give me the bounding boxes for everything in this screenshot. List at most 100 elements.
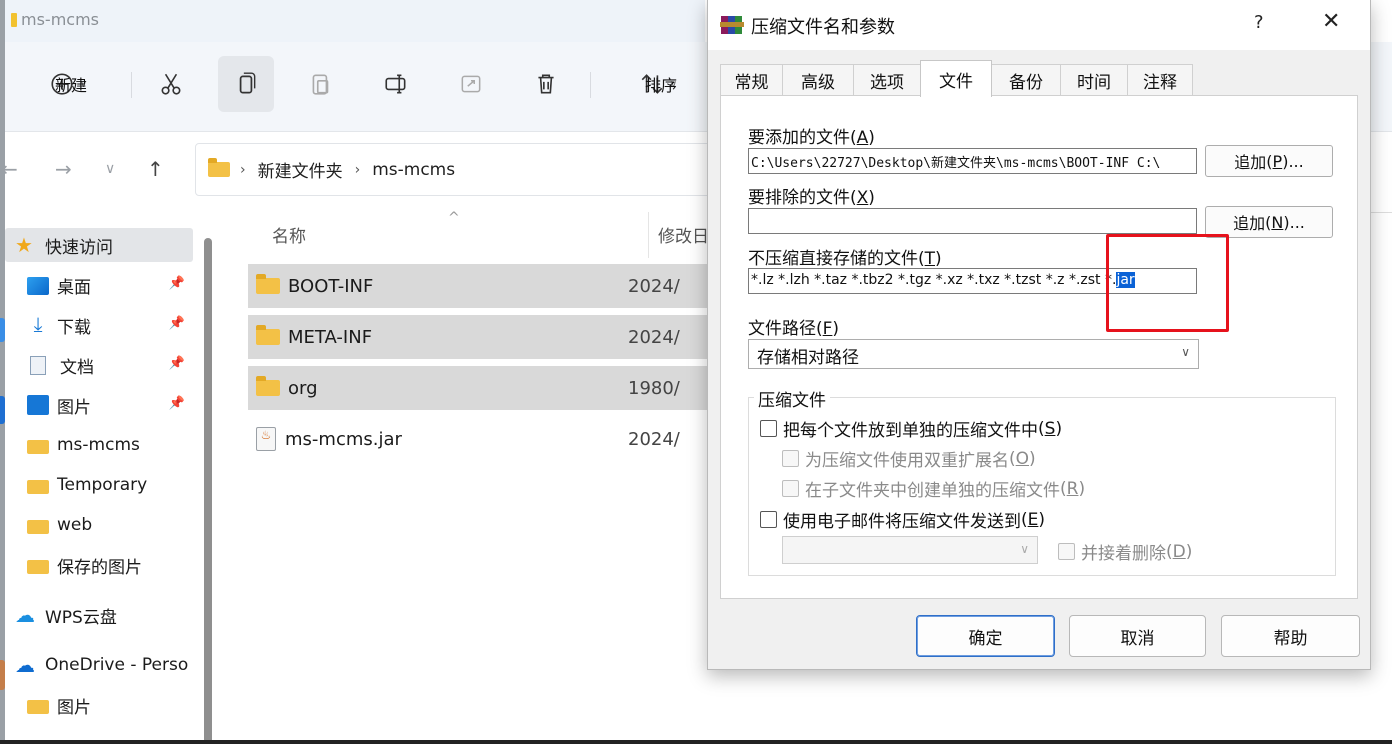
tab-backup[interactable]: 备份 <box>991 64 1061 96</box>
checkbox-box <box>1058 543 1075 560</box>
column-header-modified[interactable]: 修改日 <box>658 222 709 247</box>
breadcrumb-item[interactable]: 新建文件夹 <box>258 157 343 182</box>
separate-subfolder-checkbox[interactable]: 在子文件夹中创建单独的压缩文件(R) <box>782 476 1085 501</box>
explorer-titlebar: ms-mcms <box>5 0 705 42</box>
files-to-add-input[interactable]: C:\Users\22727\Desktop\新建文件夹\ms-mcms\BOO… <box>748 148 1197 174</box>
sidebar-item-downloads[interactable]: ⤓ 下载 📌 <box>5 308 193 342</box>
copy-icon <box>239 72 256 94</box>
append-add-button[interactable]: 追加(P)... <box>1205 145 1333 177</box>
recent-locations-icon[interactable]: ∨ <box>105 161 115 177</box>
folder-icon <box>27 440 49 454</box>
tab-comment[interactable]: 注释 <box>1127 64 1193 96</box>
window-title: ms-mcms <box>21 10 99 29</box>
sidebar-item-label: 图片 <box>57 397 91 418</box>
column-divider[interactable] <box>648 212 649 258</box>
pictures-icon <box>27 395 49 415</box>
sidebar-item-onedrive[interactable]: ☁ OneDrive - Perso <box>5 648 200 682</box>
sidebar-item-web[interactable]: web <box>5 508 193 542</box>
star-icon: ★ <box>15 233 33 257</box>
java-file-icon: ♨ <box>256 427 276 451</box>
tab-advanced[interactable]: 高级 <box>782 64 854 96</box>
forward-icon[interactable]: → <box>55 157 72 181</box>
winrar-icon <box>720 16 744 34</box>
pin-icon: 📌 <box>168 356 185 371</box>
sidebar-item-label: Temporary <box>57 475 148 495</box>
new-button[interactable]: 新建 ∨ <box>9 56 127 112</box>
cloud-icon: ☁ <box>15 653 35 677</box>
sidebar-item-quick-access[interactable]: ★ 快速访问 <box>5 228 193 262</box>
sidebar-item-label: 下载 <box>57 317 91 338</box>
send-email-checkbox[interactable]: 使用电子邮件将压缩文件发送到(E) <box>760 507 1045 532</box>
sidebar-item-wps-cloud[interactable]: ☁ WPS云盘 <box>5 598 193 632</box>
email-recipient-select[interactable]: ∨ <box>782 536 1038 564</box>
file-row-boot-inf[interactable]: BOOT-INF 2024/ <box>248 264 728 308</box>
sidebar-item-saved-pictures[interactable]: 保存的图片 <box>5 548 193 582</box>
paste-button[interactable] <box>293 56 349 112</box>
folder-icon <box>256 325 280 345</box>
store-files-label: 不压缩直接存储的文件(T) <box>748 249 942 269</box>
chevron-down-icon: ∨ <box>1181 345 1190 359</box>
help-button[interactable]: 帮助 <box>1221 615 1360 657</box>
folder-icon <box>27 520 49 534</box>
sidebar-item-label: ms-mcms <box>57 435 140 455</box>
file-name: ms-mcms.jar <box>285 428 402 450</box>
put-each-file-checkbox[interactable]: 把每个文件放到单独的压缩文件中(S) <box>760 416 1062 441</box>
file-date: 1980/ <box>628 377 680 399</box>
divider <box>1370 212 1392 213</box>
chevron-down-icon: ∨ <box>1020 542 1029 556</box>
double-extension-checkbox[interactable]: 为压缩文件使用双重扩展名(O) <box>782 446 1036 471</box>
breadcrumb-separator: › <box>240 161 246 178</box>
file-row-org[interactable]: org 1980/ <box>248 366 728 410</box>
cut-button[interactable] <box>143 56 199 112</box>
checkbox-box <box>782 450 799 467</box>
files-to-exclude-input[interactable] <box>748 208 1197 234</box>
back-icon[interactable]: ← <box>1 157 18 181</box>
pin-icon: 📌 <box>168 276 185 291</box>
sidebar-item-onedrive-pictures[interactable]: 图片 <box>5 688 193 722</box>
sidebar-item-label: 保存的图片 <box>57 557 142 578</box>
help-icon[interactable]: ? <box>1254 12 1264 33</box>
up-icon[interactable]: ↑ <box>147 157 164 181</box>
delete-after-checkbox[interactable]: 并接着删除(D) <box>1058 539 1192 564</box>
desktop-icon <box>27 277 49 295</box>
file-row-ms-mcms-jar[interactable]: ♨ ms-mcms.jar 2024/ <box>248 417 728 461</box>
file-name: BOOT-INF <box>288 275 374 297</box>
download-icon: ⤓ <box>33 312 43 336</box>
sidebar-item-temporary[interactable]: Temporary <box>5 468 193 502</box>
navigation-pane: ★ 快速访问 桌面 📌 ⤓ 下载 📌 文档 📌 图片 📌 ms-mcms Tem… <box>5 212 215 744</box>
scissors-icon <box>161 73 181 95</box>
share-button[interactable] <box>443 56 499 112</box>
copy-button[interactable] <box>218 56 274 112</box>
sort-button[interactable]: 排序 ∨ <box>603 56 713 112</box>
tab-general[interactable]: 常规 <box>720 64 783 96</box>
sidebar-scrollbar[interactable] <box>204 238 212 744</box>
breadcrumb-item[interactable]: ms-mcms <box>372 160 455 180</box>
tab-strip: 常规 高级 选项 文件 备份 时间 注释 <box>720 60 1360 97</box>
file-paths-label: 文件路径(F) <box>748 319 840 339</box>
cancel-button[interactable]: 取消 <box>1069 615 1206 657</box>
close-icon[interactable]: ✕ <box>1322 9 1340 34</box>
column-header-name[interactable]: 名称 <box>272 222 306 247</box>
sidebar-item-desktop[interactable]: 桌面 📌 <box>5 268 193 302</box>
rename-button[interactable] <box>368 56 424 112</box>
folder-icon <box>27 700 49 714</box>
file-row-meta-inf[interactable]: META-INF 2024/ <box>248 315 728 359</box>
tab-options[interactable]: 选项 <box>853 64 921 96</box>
folder-icon <box>256 274 280 294</box>
dialog-title: 压缩文件名和参数 <box>751 17 895 38</box>
checkbox-box <box>782 480 799 497</box>
file-date: 2024/ <box>628 428 680 450</box>
sidebar-item-label: 图片 <box>57 697 91 718</box>
ok-button[interactable]: 确定 <box>916 615 1055 657</box>
file-name: META-INF <box>288 326 373 348</box>
sidebar-item-ms-mcms[interactable]: ms-mcms <box>5 428 193 462</box>
sidebar-item-pictures[interactable]: 图片 📌 <box>5 388 193 422</box>
tab-files[interactable]: 文件 <box>920 60 992 97</box>
sidebar-item-documents[interactable]: 文档 📌 <box>5 348 193 382</box>
taskbar-edge <box>0 740 1392 744</box>
delete-button[interactable] <box>518 56 574 112</box>
clipboard-icon <box>312 74 329 95</box>
sidebar-item-label: web <box>57 515 93 535</box>
tab-time[interactable]: 时间 <box>1060 64 1128 96</box>
file-paths-select[interactable]: 存储相对路径 ∨ <box>748 339 1199 369</box>
